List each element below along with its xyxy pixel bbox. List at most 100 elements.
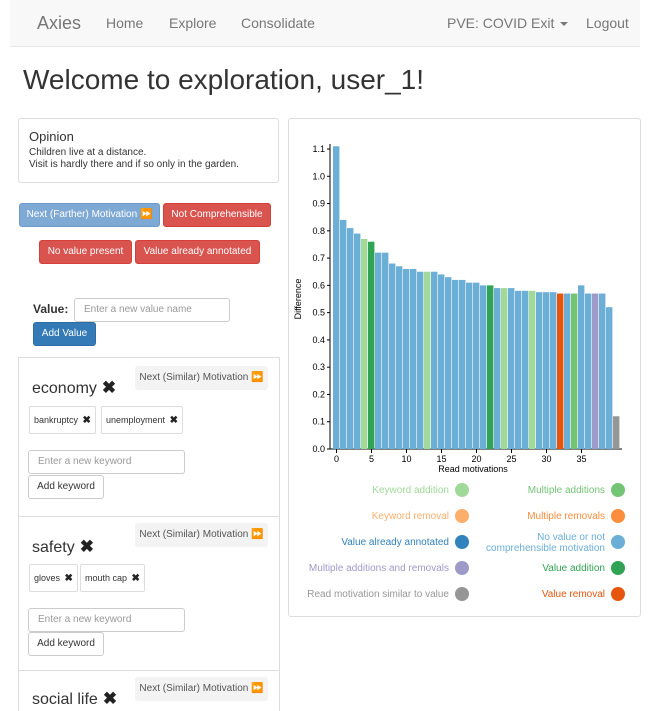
bar [529,290,536,449]
bar [557,293,564,449]
value-name: economy [32,380,97,397]
bar [410,269,417,449]
legend-swatch [611,483,625,497]
add-value-button[interactable]: Add Value [33,322,96,346]
next-similar-motivation-button[interactable]: Next (Similar) Motivation ⏩ [135,677,268,701]
keyword-input[interactable]: Enter a new keyword [28,608,185,632]
keyword-label: unemployment [106,415,166,425]
legend-label: Value already annotated [341,537,449,548]
legend-swatch [611,509,625,523]
next-similar-motivation-button[interactable]: Next (Similar) Motivation ⏩ [135,523,268,547]
not-comprehensible-button[interactable]: Not Comprehensible [163,203,271,227]
legend-label: Read motivation similar to value [307,589,449,600]
x-tick-label: 0 [334,454,339,464]
keyword-label: bankruptcy [34,415,79,425]
bar [494,288,501,449]
bar [368,241,375,449]
bar [361,239,368,449]
caret-down-icon [560,22,569,27]
bar [487,285,494,449]
remove-value-icon[interactable]: ✖ [80,537,94,557]
nav-consolidate-link[interactable]: Consolidate [241,0,315,47]
remove-keyword-icon[interactable]: ✖ [65,573,73,584]
bar [438,274,445,449]
value-title: safety ✖ [32,537,94,557]
y-tick-label: 0.0 [312,444,325,454]
legend-swatch [455,483,469,497]
legend-label: Value addition [542,563,605,574]
value-label: Value: [33,302,69,316]
bar [333,146,340,449]
remove-keyword-icon[interactable]: ✖ [170,415,178,426]
y-tick-label: 0.9 [312,199,325,209]
brand-link[interactable]: Axies [37,0,81,47]
y-tick-label: 0.3 [312,362,325,372]
value-name: safety [32,539,75,556]
bar [452,279,459,449]
bar [599,293,606,449]
value-name-input[interactable]: Enter a new value name [74,298,230,322]
keyword-chip: gloves ✖ [29,564,78,592]
bar [585,293,592,449]
legend-label: Multiple additions and removals [309,563,449,574]
bar [459,279,466,449]
value-title: economy ✖ [32,378,116,398]
bar [578,285,585,449]
bar [375,252,382,449]
y-tick-label: 0.4 [312,335,325,345]
bar [564,293,571,449]
x-axis-label: Read motivations [438,464,508,474]
value-panel-safety: Next (Similar) Motivation ⏩ safety ✖ glov… [18,516,280,671]
next-farther-motivation-button[interactable]: Next (Farther) Motivation ⏩ [19,203,160,227]
bar [340,219,347,449]
bar [480,285,487,449]
keyword-input[interactable]: Enter a new keyword [28,450,185,474]
remove-value-icon[interactable]: ✖ [103,689,117,709]
value-already-annotated-button[interactable]: Value already annotated [135,240,260,264]
nav-explore-link[interactable]: Explore [169,0,216,47]
project-dropdown[interactable]: PVE: COVID Exit [447,0,569,47]
remove-keyword-icon[interactable]: ✖ [132,573,140,584]
legend-swatch [455,561,469,575]
x-tick-label: 5 [369,454,374,464]
x-tick-label: 25 [506,454,516,464]
bar [543,292,550,449]
legend-swatch [611,535,625,549]
legend-label: Multiple removals [527,511,605,522]
y-tick-label: 0.8 [312,226,325,236]
legend-label: Keyword addition [372,485,449,496]
add-keyword-button[interactable]: Add keyword [28,475,104,499]
project-dropdown-label: PVE: COVID Exit [447,15,555,31]
remove-value-icon[interactable]: ✖ [102,378,116,398]
opinion-panel: Opinion Children live at a distance. Vis… [18,118,279,183]
bar [445,277,452,449]
bar [522,290,529,449]
navbar: Axies Home Explore Consolidate PVE: COVI… [10,0,640,47]
y-tick-label: 0.1 [312,417,325,427]
legend-swatch [611,587,625,601]
opinion-title: Opinion [29,129,74,144]
y-axis-label: Difference [293,279,303,320]
legend-swatch [455,587,469,601]
bar [382,252,389,449]
legend-label: No value or not [537,532,605,543]
legend-swatch [455,535,469,549]
bar [473,282,480,449]
nav-home-link[interactable]: Home [106,0,143,47]
x-tick-label: 10 [401,454,411,464]
remove-keyword-icon[interactable]: ✖ [83,415,91,426]
bar [613,416,620,449]
keyword-label: mouth cap [85,573,128,583]
keyword-chip: bankruptcy ✖ [29,406,96,434]
legend-label: Value removal [542,589,605,600]
x-tick-label: 20 [471,454,481,464]
add-keyword-button[interactable]: Add keyword [28,632,104,656]
y-tick-label: 0.7 [312,253,325,263]
next-similar-motivation-button[interactable]: Next (Similar) Motivation ⏩ [135,366,268,390]
bar [424,271,431,449]
no-value-present-button[interactable]: No value present [39,240,132,264]
logout-link[interactable]: Logout [586,0,629,47]
x-tick-label: 35 [576,454,586,464]
bar [515,290,522,449]
bar [354,233,361,449]
